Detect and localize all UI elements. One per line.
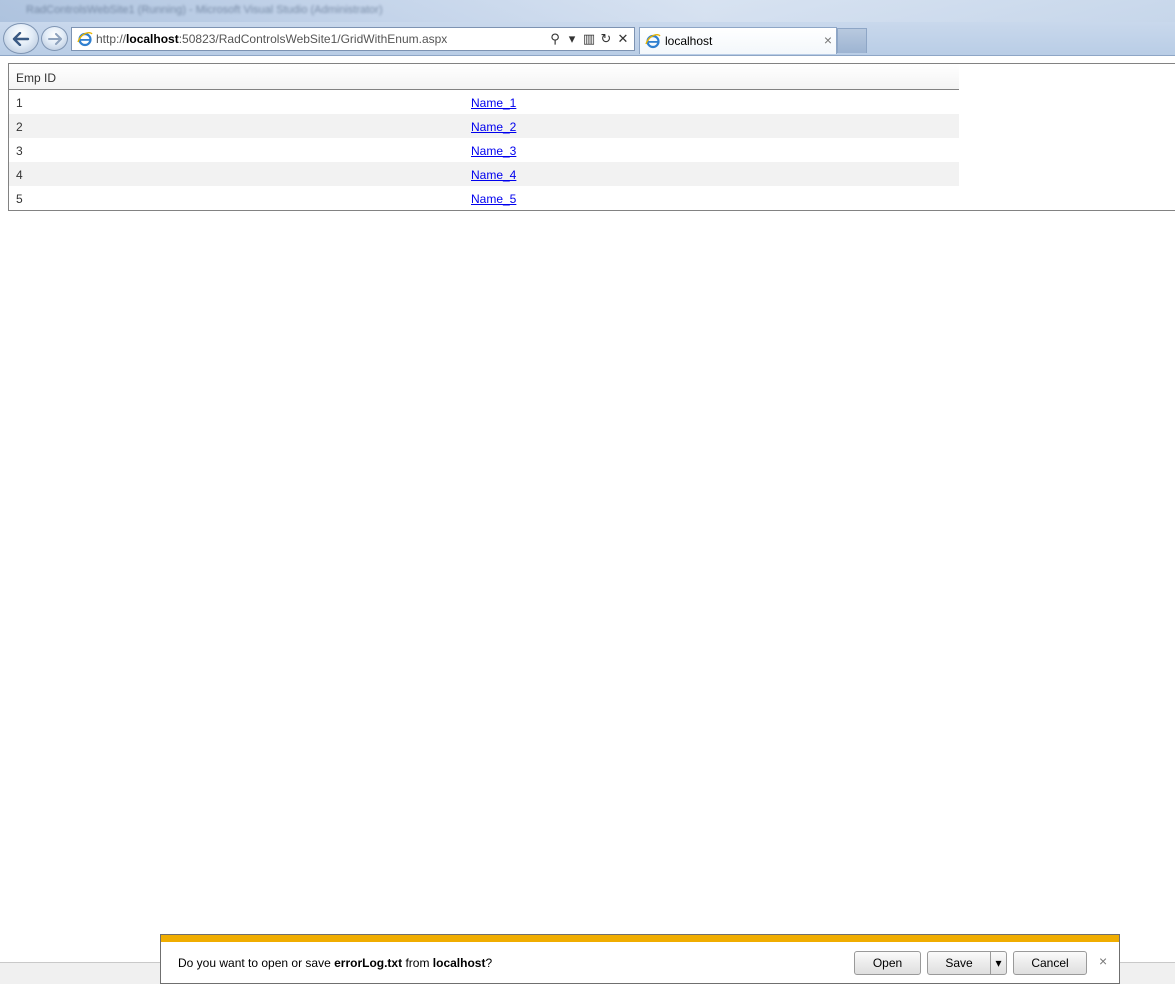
cell-emp-id: 3 [16, 144, 23, 158]
cell-emp-id: 4 [16, 168, 23, 182]
url-host: localhost [126, 32, 179, 46]
ie-logo-icon [77, 32, 93, 47]
prompt-suffix: ? [485, 956, 493, 970]
new-tab-button[interactable] [837, 28, 867, 53]
download-notification-bar: Do you want to open or save errorLog.txt… [160, 934, 1120, 984]
chevron-down-icon[interactable]: ▾ [565, 30, 579, 48]
window-title: RadControlsWebSite1 (Running) - Microsof… [26, 4, 383, 16]
name-link[interactable]: Name_2 [471, 120, 516, 134]
address-url[interactable]: http://localhost:50823/RadControlsWebSit… [96, 32, 447, 46]
download-filename: errorLog.txt [334, 956, 403, 970]
compatibility-view-icon[interactable]: ▥ [582, 30, 596, 48]
tab-close-icon[interactable]: × [824, 32, 832, 48]
url-scheme: http:// [96, 32, 127, 46]
browser-tab-localhost[interactable]: localhost × [639, 27, 837, 54]
refresh-icon[interactable]: ↻ [599, 30, 613, 48]
grid-header: Emp ID [9, 64, 959, 90]
cancel-button[interactable]: Cancel [1013, 951, 1087, 975]
download-prompt-text: Do you want to open or save errorLog.txt… [178, 956, 492, 970]
search-icon[interactable]: ⚲ [548, 30, 562, 48]
table-row: 3 Name_3 [9, 138, 959, 162]
table-row: 1 Name_1 [9, 90, 959, 114]
browser-chrome: RadControlsWebSite1 (Running) - Microsof… [0, 0, 1175, 56]
ie-logo-icon [645, 34, 661, 49]
address-bar[interactable]: http://localhost:50823/RadControlsWebSit… [71, 27, 635, 51]
table-row: 5 Name_5 [9, 186, 959, 210]
save-button[interactable]: Save [927, 951, 991, 975]
prompt-middle: from [402, 956, 433, 970]
cell-emp-id: 1 [16, 96, 23, 110]
tab-label: localhost [665, 34, 713, 48]
arrow-right-icon [47, 32, 62, 45]
cell-emp-id: 2 [16, 120, 23, 134]
name-link[interactable]: Name_3 [471, 144, 516, 158]
name-link[interactable]: Name_5 [471, 192, 516, 206]
notification-accent [161, 935, 1119, 942]
arrow-left-icon [12, 31, 30, 46]
column-header-emp-id[interactable]: Emp ID [16, 71, 56, 85]
prompt-prefix: Do you want to open or save [178, 956, 335, 970]
close-icon[interactable]: × [1099, 953, 1107, 969]
table-row: 2 Name_2 [9, 114, 959, 138]
stop-icon[interactable]: ✕ [616, 30, 630, 48]
table-row: 4 Name_4 [9, 162, 959, 186]
back-button[interactable] [3, 23, 39, 54]
cell-emp-id: 5 [16, 192, 23, 206]
url-path: :50823/RadControlsWebSite1/GridWithEnum.… [178, 32, 448, 46]
name-link[interactable]: Name_1 [471, 96, 516, 110]
download-source: localhost [432, 956, 486, 970]
forward-button[interactable] [41, 26, 68, 51]
open-button[interactable]: Open [854, 951, 921, 975]
address-tools: ⚲ ▾ ▥ ↻ ✕ [548, 30, 630, 48]
save-dropdown-button[interactable]: ▾ [990, 951, 1007, 975]
name-link[interactable]: Name_4 [471, 168, 516, 182]
employee-grid: Emp ID 1 Name_1 2 Name_2 3 Name_3 4 Name… [8, 63, 1175, 211]
